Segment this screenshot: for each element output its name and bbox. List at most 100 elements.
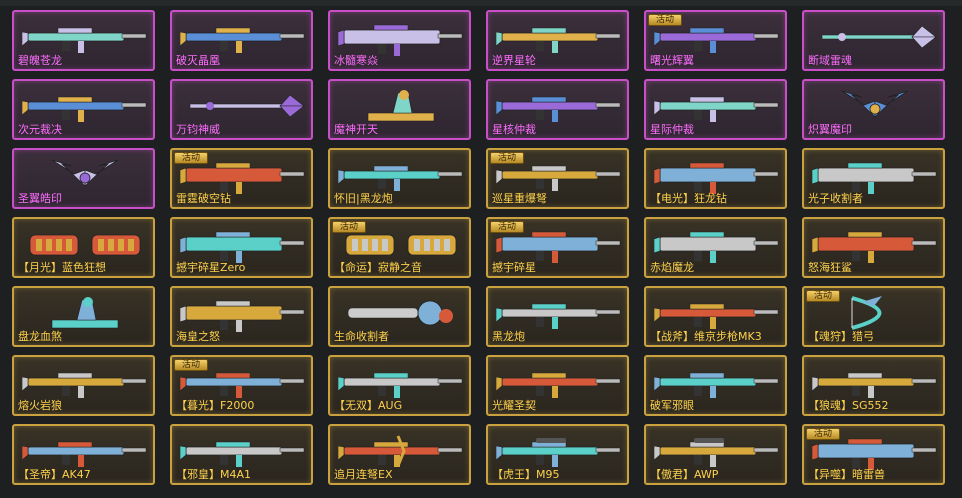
event-badge: 活动 bbox=[490, 152, 524, 164]
event-badge: 活动 bbox=[174, 359, 208, 371]
event-badge: 活动 bbox=[648, 14, 682, 26]
weapon-card-0[interactable]: 碧魄苍龙 bbox=[12, 10, 155, 71]
weapon-name: 赤焰魔龙 bbox=[650, 261, 694, 274]
weapon-name: 【战斧】维京步枪MK3 bbox=[650, 330, 762, 343]
weapon-card-36[interactable]: 【圣帝】AK47 bbox=[12, 424, 155, 485]
weapon-card-15[interactable]: 活动 巡星重爆弩 bbox=[486, 148, 629, 209]
weapon-name: 怀旧|黑龙炮 bbox=[334, 192, 393, 205]
weapon-name: 【异噬】暗雷兽 bbox=[808, 468, 885, 481]
weapon-name: 【月光】蓝色狂想 bbox=[18, 261, 106, 274]
weapon-card-30[interactable]: 熔火岩狼 bbox=[12, 355, 155, 416]
heavy-gun-icon bbox=[337, 18, 465, 56]
weapon-name: 【傲君】AWP bbox=[650, 468, 719, 481]
rifle-icon bbox=[495, 18, 623, 56]
rifle-icon bbox=[179, 18, 307, 56]
weapon-card-13[interactable]: 活动 雷霆破空钻 bbox=[170, 148, 313, 209]
rifle-icon bbox=[653, 363, 781, 401]
weapon-name: 【魂狩】猎弓 bbox=[808, 330, 874, 343]
weapon-card-29[interactable]: 活动 【魂狩】猎弓 bbox=[802, 286, 945, 347]
weapon-card-28[interactable]: 【战斧】维京步枪MK3 bbox=[644, 286, 787, 347]
rifle-icon bbox=[495, 363, 623, 401]
weapon-card-23[interactable]: 怒海狂鲨 bbox=[802, 217, 945, 278]
wing-icon bbox=[812, 87, 939, 125]
weapon-card-22[interactable]: 赤焰魔龙 bbox=[644, 217, 787, 278]
weapon-card-12[interactable]: 圣翼皓印 bbox=[12, 148, 155, 209]
weapon-name: 炽翼魔印 bbox=[808, 123, 852, 136]
weapon-name: 破灭晶凰 bbox=[176, 54, 220, 67]
weapon-card-11[interactable]: 炽翼魔印 bbox=[802, 79, 945, 140]
weapon-card-33[interactable]: 光耀圣契 bbox=[486, 355, 629, 416]
weapon-card-35[interactable]: 【狼魂】SG552 bbox=[802, 355, 945, 416]
weapon-name: 【命运】寂静之音 bbox=[334, 261, 422, 274]
weapon-card-17[interactable]: 光子收割者 bbox=[802, 148, 945, 209]
heavy-gun-icon bbox=[179, 294, 307, 332]
weapon-card-31[interactable]: 活动 【暮光】F2000 bbox=[170, 355, 313, 416]
weapon-card-24[interactable]: 盘龙血煞 bbox=[12, 286, 155, 347]
rifle-icon bbox=[21, 363, 149, 401]
weapon-name: 生命收割者 bbox=[334, 330, 389, 343]
weapon-card-9[interactable]: 星核仲裁 bbox=[486, 79, 629, 140]
weapon-name: 撼宇碎星 bbox=[492, 261, 536, 274]
weapon-card-41[interactable]: 活动 【异噬】暗雷兽 bbox=[802, 424, 945, 485]
weapon-name: 破军邪眼 bbox=[650, 399, 694, 412]
rifle-icon bbox=[653, 294, 781, 332]
weapon-name: 【暮光】F2000 bbox=[176, 399, 255, 412]
weapon-card-7[interactable]: 万钧神威 bbox=[170, 79, 313, 140]
weapon-card-38[interactable]: 追月连弩EX bbox=[328, 424, 471, 485]
weapon-name: 曙光辉翼 bbox=[650, 54, 694, 67]
rifle-icon bbox=[337, 156, 465, 194]
weapon-name: 万钧神威 bbox=[176, 123, 220, 136]
weapon-name: 冰髓寒焱 bbox=[334, 54, 378, 67]
heavy-gun-icon bbox=[811, 156, 939, 194]
weapon-card-14[interactable]: 怀旧|黑龙炮 bbox=[328, 148, 471, 209]
weapon-name: 碧魄苍龙 bbox=[18, 54, 62, 67]
weapon-name: 撼宇碎星Zero bbox=[176, 261, 246, 274]
weapon-card-20[interactable]: 活动 【命运】寂静之音 bbox=[328, 217, 471, 278]
weapon-card-21[interactable]: 活动 撼宇碎星 bbox=[486, 217, 629, 278]
weapon-card-6[interactable]: 次元裁决 bbox=[12, 79, 155, 140]
drill-icon bbox=[811, 225, 939, 263]
event-badge: 活动 bbox=[490, 221, 524, 233]
event-badge: 活动 bbox=[332, 221, 366, 233]
weapon-name: 【无双】AUG bbox=[334, 399, 403, 412]
weapon-card-27[interactable]: 黑龙炮 bbox=[486, 286, 629, 347]
weapon-card-18[interactable]: 【月光】蓝色狂想 bbox=[12, 217, 155, 278]
weapon-name: 星际仲裁 bbox=[650, 123, 694, 136]
weapon-card-8[interactable]: 魔神开天 bbox=[328, 79, 471, 140]
weapon-card-39[interactable]: 【虎王】M95 bbox=[486, 424, 629, 485]
top-bar bbox=[0, 0, 962, 6]
mortar-icon bbox=[22, 294, 149, 332]
weapon-card-5[interactable]: 断域雷魂 bbox=[802, 10, 945, 71]
rifle-icon bbox=[21, 18, 149, 56]
weapon-card-2[interactable]: 冰髓寒焱 bbox=[328, 10, 471, 71]
event-badge: 活动 bbox=[174, 152, 208, 164]
weapon-card-19[interactable]: 撼宇碎星Zero bbox=[170, 217, 313, 278]
rifle-icon bbox=[653, 87, 781, 125]
weapon-name: 断域雷魂 bbox=[808, 54, 852, 67]
weapon-card-25[interactable]: 海皇之怒 bbox=[170, 286, 313, 347]
weapon-name: 次元裁决 bbox=[18, 123, 62, 136]
weapon-name: 盘龙血煞 bbox=[18, 330, 62, 343]
sniper-icon bbox=[495, 432, 623, 470]
weapon-card-1[interactable]: 破灭晶凰 bbox=[170, 10, 313, 71]
weapon-card-3[interactable]: 逆界星轮 bbox=[486, 10, 629, 71]
weapon-card-37[interactable]: 【邪皇】M4A1 bbox=[170, 424, 313, 485]
weapon-name: 熔火岩狼 bbox=[18, 399, 62, 412]
weapon-card-26[interactable]: 生命收割者 bbox=[328, 286, 471, 347]
rifle-icon bbox=[21, 432, 149, 470]
weapon-card-10[interactable]: 星际仲裁 bbox=[644, 79, 787, 140]
dragon-gun-icon bbox=[653, 225, 781, 263]
weapon-grid: 碧魄苍龙 破灭晶凰 冰髓寒焱 逆界星轮 活动 曙光辉翼 断域雷魂 次元裁决 万钧… bbox=[12, 10, 945, 485]
weapon-card-16[interactable]: 【电光】狂龙钻 bbox=[644, 148, 787, 209]
weapon-name: 【虎王】M95 bbox=[492, 468, 560, 481]
rifle-icon bbox=[179, 432, 307, 470]
weapon-name: 【邪皇】M4A1 bbox=[176, 468, 252, 481]
weapon-card-32[interactable]: 【无双】AUG bbox=[328, 355, 471, 416]
staff-icon bbox=[812, 18, 939, 56]
weapon-name: 魔神开天 bbox=[334, 123, 378, 136]
weapon-card-4[interactable]: 活动 曙光辉翼 bbox=[644, 10, 787, 71]
weapon-card-40[interactable]: 【傲君】AWP bbox=[644, 424, 787, 485]
weapon-card-34[interactable]: 破军邪眼 bbox=[644, 355, 787, 416]
sniper-icon bbox=[653, 432, 781, 470]
weapon-name: 光子收割者 bbox=[808, 192, 863, 205]
